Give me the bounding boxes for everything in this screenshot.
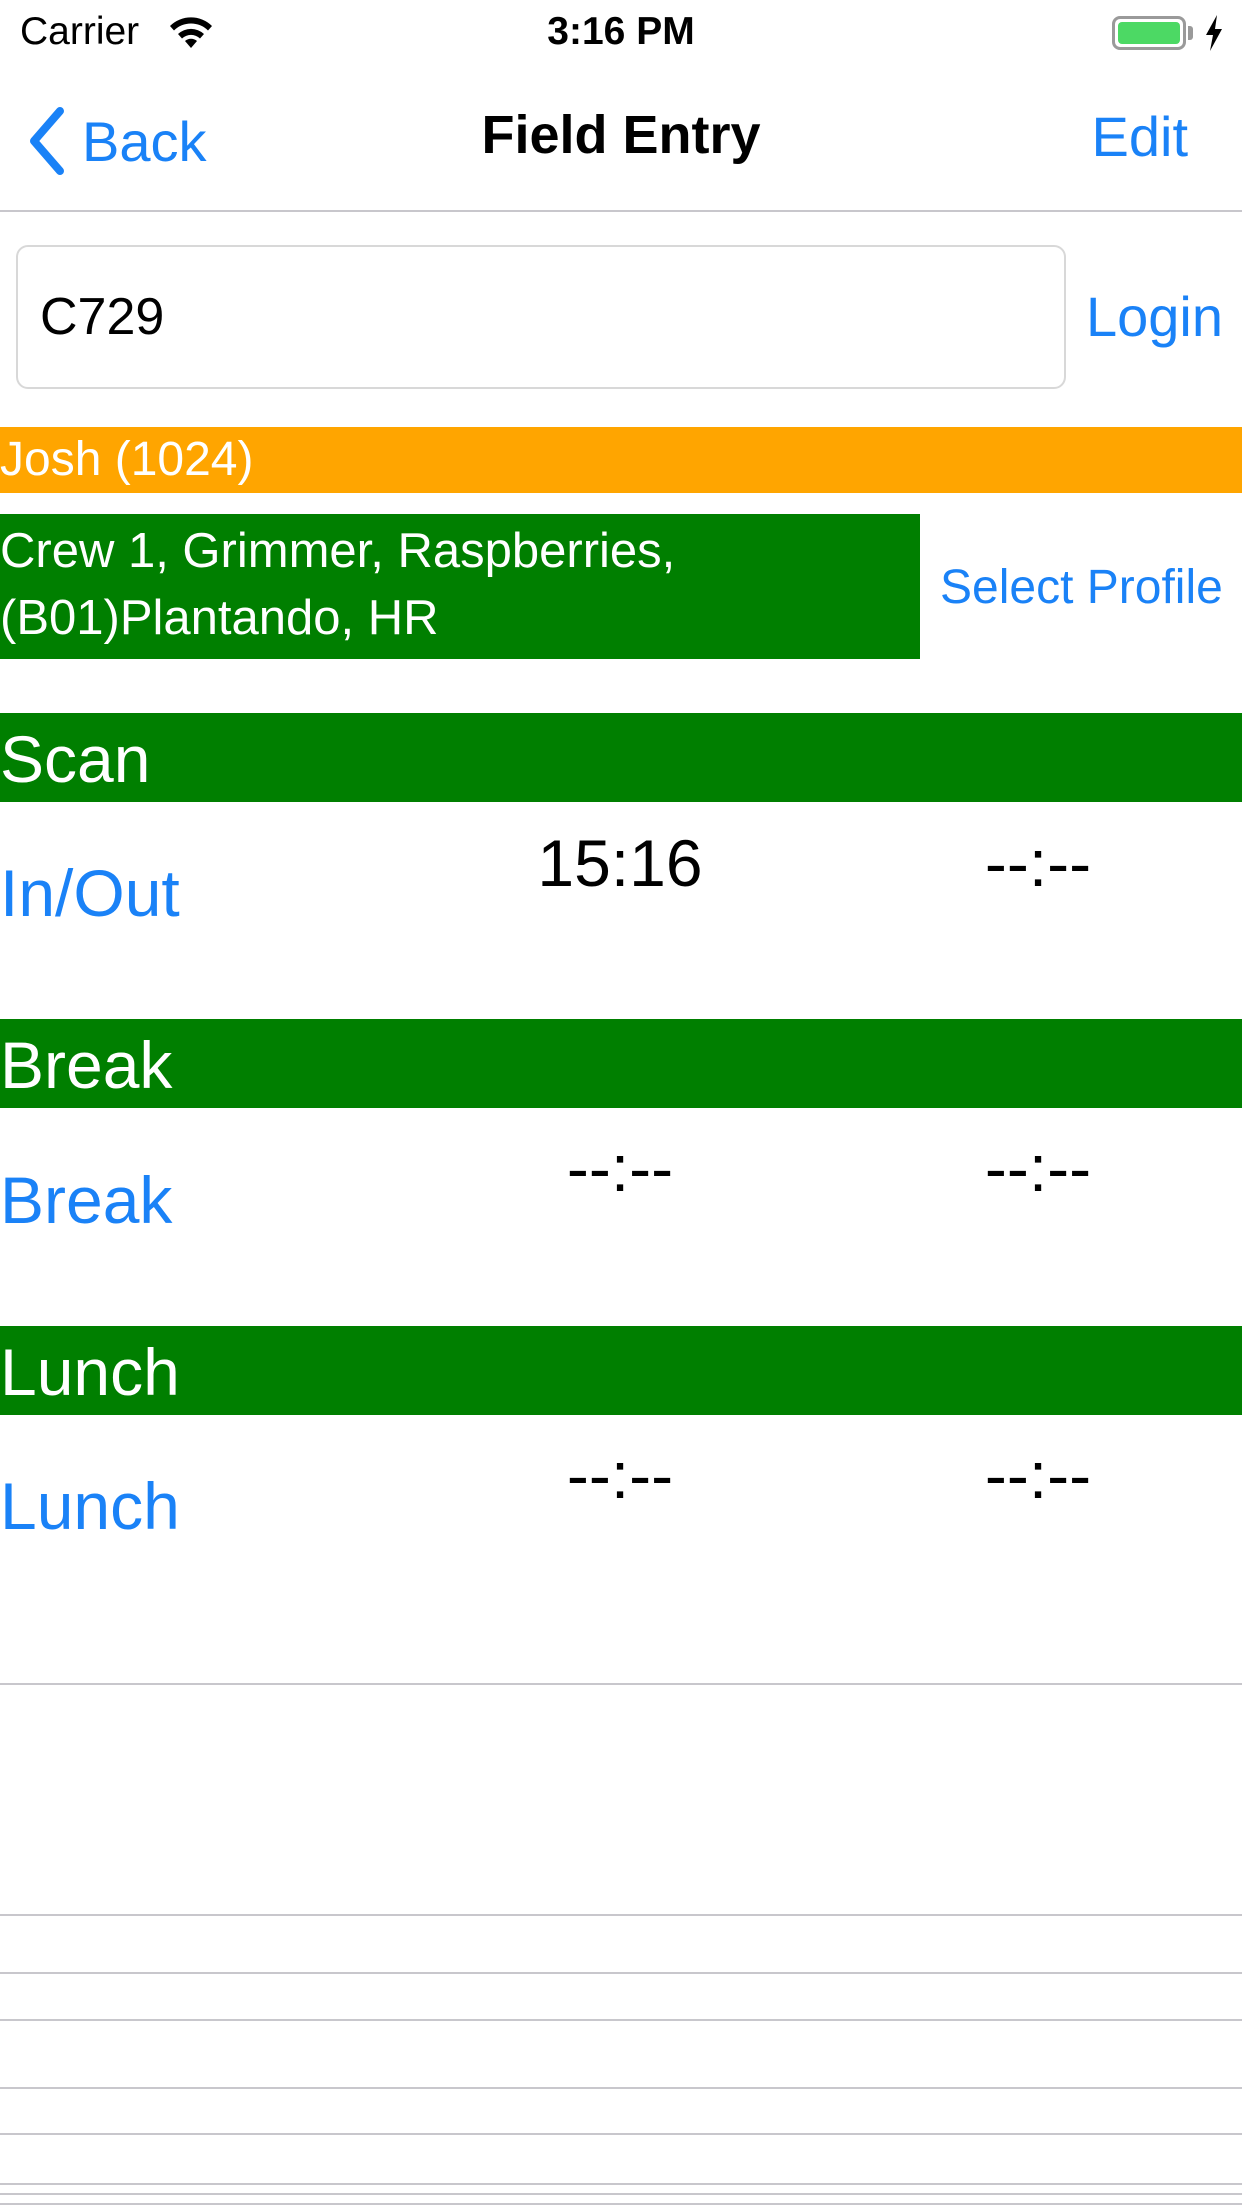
navigation-bar: Back Field Entry Edit (0, 64, 1242, 212)
lunch-time-in: --:-- (566, 1438, 674, 1512)
edit-button[interactable]: Edit (1092, 104, 1189, 169)
separator-line (0, 2183, 1242, 2185)
scan-time-out: --:-- (984, 826, 1092, 900)
battery-tip (1188, 26, 1193, 40)
lunch-time-out: --:-- (984, 1438, 1092, 1512)
section-header-scan: Scan (0, 713, 1242, 802)
profile-line-2: (B01)Plantando, HR (0, 591, 439, 645)
separator-line (0, 1914, 1242, 1916)
scan-time-in: 15:16 (537, 826, 703, 900)
separator-line (0, 2019, 1242, 2021)
profile-banner: Crew 1, Grimmer, Raspberries, (B01)Plant… (0, 514, 920, 659)
lunch-button[interactable]: Lunch (0, 1468, 180, 1544)
break-button[interactable]: Break (0, 1162, 172, 1238)
separator-line (0, 2133, 1242, 2135)
user-banner: Josh (1024) (0, 427, 1242, 493)
status-bar: Carrier 3:16 PM (0, 0, 1242, 64)
break-time-in: --:-- (566, 1131, 674, 1205)
select-profile-button[interactable]: Select Profile (940, 560, 1223, 615)
page-title: Field Entry (481, 105, 761, 165)
profile-line-1: Crew 1, Grimmer, Raspberries, (0, 524, 676, 578)
in-out-button[interactable]: In/Out (0, 855, 180, 931)
field-entry-screen: Carrier 3:16 PM Back Field Entry Edit Lo… (0, 0, 1242, 2208)
battery-icon (1112, 16, 1186, 50)
section-header-break: Break (0, 1019, 1242, 1108)
separator-line (0, 2203, 1242, 2205)
break-time-out: --:-- (984, 1131, 1092, 1205)
status-time: 3:16 PM (547, 10, 695, 53)
login-button[interactable]: Login (1086, 284, 1223, 349)
charging-bolt-icon (1206, 15, 1222, 51)
separator-line (0, 1972, 1242, 1974)
separator-line (0, 1683, 1242, 1685)
badge-input[interactable] (16, 245, 1066, 389)
separator-line (0, 2193, 1242, 2195)
section-header-lunch: Lunch (0, 1326, 1242, 1415)
separator-line (0, 2087, 1242, 2089)
